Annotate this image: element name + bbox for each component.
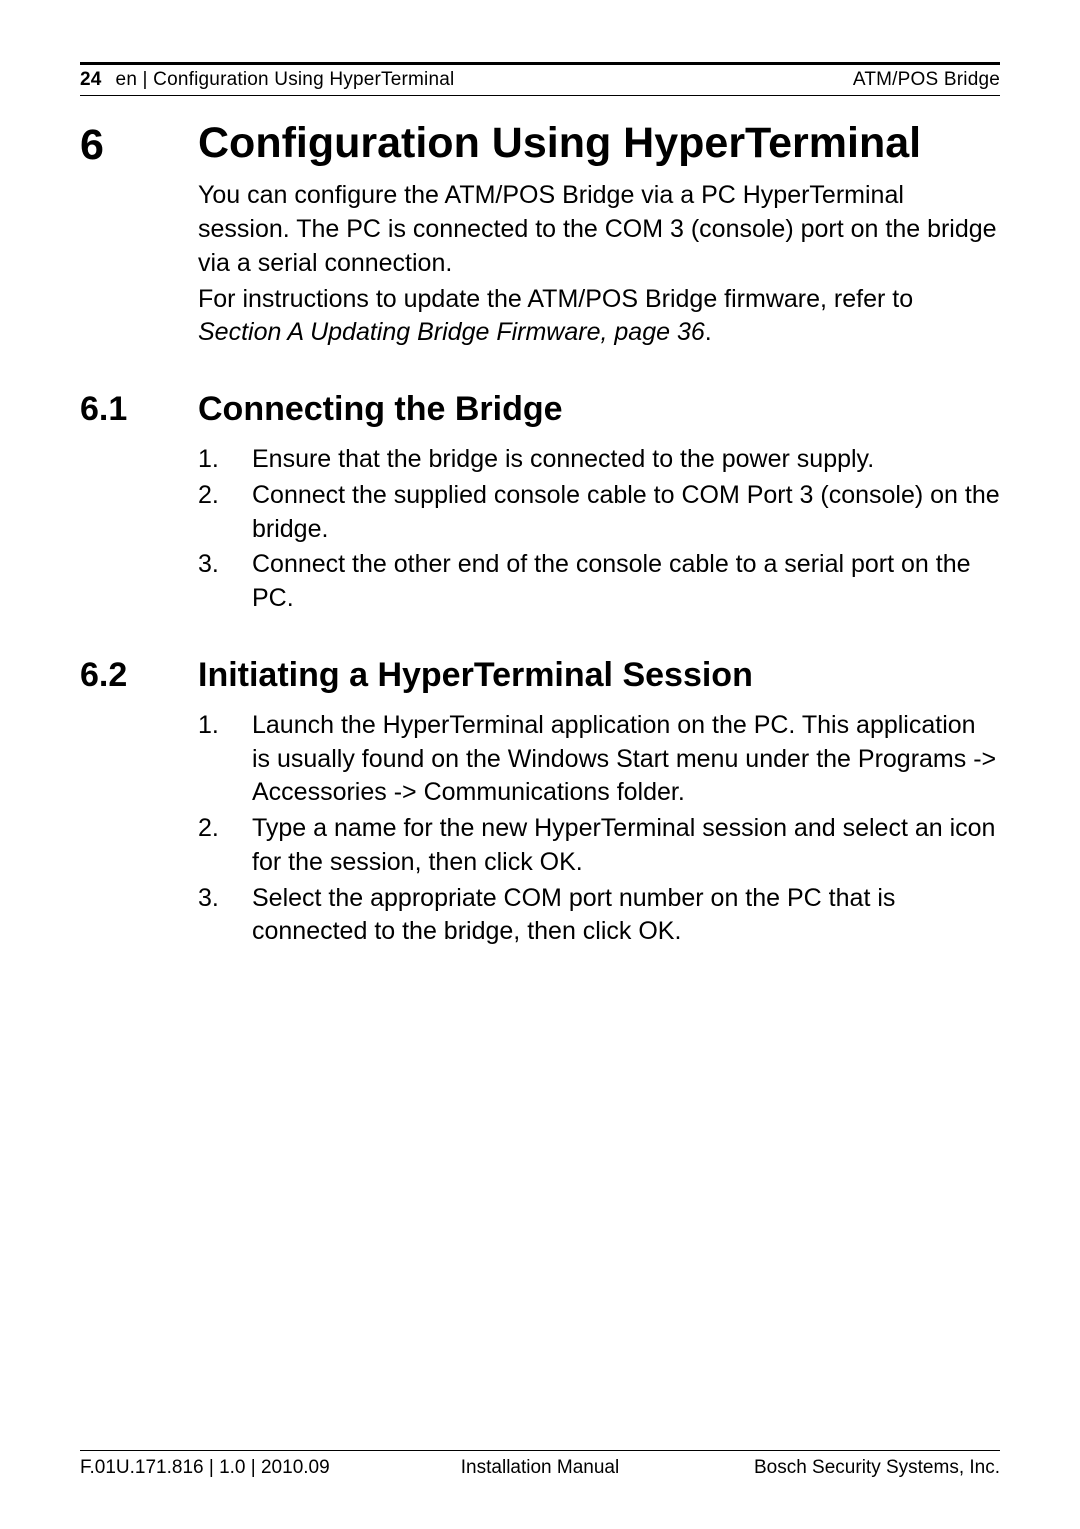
list-item-text: Type a name for the new HyperTerminal se… xyxy=(252,812,1000,880)
page-number: 24 xyxy=(80,69,102,91)
list-item: 3. Connect the other end of the console … xyxy=(198,548,1000,616)
list-item-number: 3. xyxy=(198,882,252,950)
list-item-text: Connect the supplied console cable to CO… xyxy=(252,479,1000,547)
chapter-intro-paragraph-2: For instructions to update the ATM/POS B… xyxy=(198,283,1000,351)
list-item: 2. Type a name for the new HyperTerminal… xyxy=(198,812,1000,880)
footer-doc-type: Installation Manual xyxy=(461,1457,619,1479)
chapter-number: 6 xyxy=(80,120,198,167)
list-item-number: 2. xyxy=(198,812,252,880)
list-item-text: Connect the other end of the console cab… xyxy=(252,548,1000,616)
chapter-heading: 6 Configuration Using HyperTerminal xyxy=(80,120,1000,167)
page-header: 24 en | Configuration Using HyperTermina… xyxy=(80,62,1000,96)
section-list: 1. Launch the HyperTerminal application … xyxy=(198,709,1000,949)
section-number: 6.2 xyxy=(80,656,198,695)
section-number: 6.1 xyxy=(80,390,198,429)
chapter-intro-paragraph-1: You can configure the ATM/POS Bridge via… xyxy=(198,179,1000,280)
page-footer: F.01U.171.816 | 1.0 | 2010.09 Installati… xyxy=(80,1450,1000,1479)
section-list: 1. Ensure that the bridge is connected t… xyxy=(198,443,1000,616)
list-item: 1. Launch the HyperTerminal application … xyxy=(198,709,1000,810)
list-item-number: 1. xyxy=(198,443,252,477)
footer-company: Bosch Security Systems, Inc. xyxy=(754,1457,1000,1479)
list-item-number: 1. xyxy=(198,709,252,810)
list-item: 2. Connect the supplied console cable to… xyxy=(198,479,1000,547)
list-item-text: Select the appropriate COM port number o… xyxy=(252,882,1000,950)
section-heading: 6.1 Connecting the Bridge xyxy=(80,390,1000,429)
section-title: Connecting the Bridge xyxy=(198,390,563,429)
list-item-text: Ensure that the bridge is connected to t… xyxy=(252,443,1000,477)
list-item-text: Launch the HyperTerminal application on … xyxy=(252,709,1000,810)
list-item: 3. Select the appropriate COM port numbe… xyxy=(198,882,1000,950)
intro-text-pre: For instructions to update the ATM/POS B… xyxy=(198,285,913,313)
footer-doc-id: F.01U.171.816 | 1.0 | 2010.09 xyxy=(80,1457,330,1479)
list-item-number: 2. xyxy=(198,479,252,547)
chapter-title: Configuration Using HyperTerminal xyxy=(198,120,921,167)
intro-text-post: . xyxy=(705,318,712,346)
section-heading: 6.2 Initiating a HyperTerminal Session xyxy=(80,656,1000,695)
list-item-number: 3. xyxy=(198,548,252,616)
section-title: Initiating a HyperTerminal Session xyxy=(198,656,753,695)
header-left: 24 en | Configuration Using HyperTermina… xyxy=(80,69,454,91)
list-item: 1. Ensure that the bridge is connected t… xyxy=(198,443,1000,477)
header-product-name: ATM/POS Bridge xyxy=(853,69,1000,91)
firmware-section-reference: Section A Updating Bridge Firmware, page… xyxy=(198,318,705,346)
header-section-label: en | Configuration Using HyperTerminal xyxy=(116,69,455,91)
